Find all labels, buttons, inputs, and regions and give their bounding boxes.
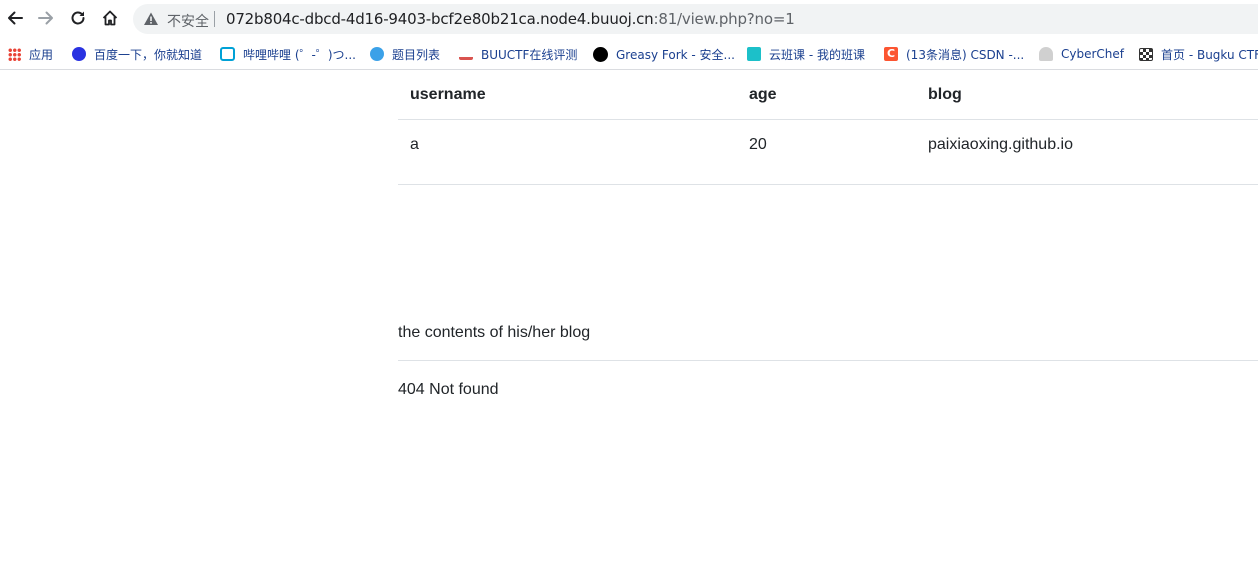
bookmarks-bar: 应用 百度一下，你就知道 哔哩哔哩 (゜-゜)つ... 题目列表 BUUCTF在… [0, 38, 1258, 70]
table-bottom-border [398, 184, 1258, 185]
cell-blog: paixiaoxing.github.io [928, 135, 1073, 153]
greasyfork-icon [593, 46, 608, 62]
bookmark-label: 百度一下，你就知道 [94, 47, 203, 62]
back-button[interactable] [3, 6, 27, 30]
header-blog: blog [916, 70, 1258, 120]
bookmark-bilibili[interactable]: 哔哩哔哩 (゜-゜)つ... [220, 44, 356, 64]
not-secure-label[interactable]: 不安全 [167, 11, 209, 31]
home-button[interactable] [98, 6, 122, 30]
bookmark-label: 题目列表 [392, 47, 441, 62]
list-icon [370, 47, 384, 61]
page-content: username age blog a 20 paixiaoxing.githu… [0, 70, 1258, 579]
home-icon [102, 10, 118, 26]
bookmark-cloud-class[interactable]: 云班课 - 我的班课 [747, 44, 865, 64]
bookmark-greasyfork[interactable]: Greasy Fork - 安全... [593, 44, 735, 64]
bookmark-label: 应用 [29, 47, 54, 62]
reload-icon [71, 11, 85, 25]
bilibili-icon [220, 47, 235, 61]
bookmark-bugku[interactable]: 首页 - Bugku CTF [1139, 44, 1258, 64]
bookmark-buuctf[interactable]: BUUCTF在线评测 [459, 44, 577, 64]
bookmark-label: Greasy Fork - 安全... [616, 47, 735, 62]
url-text[interactable]: 072b804c-dbcd-4d16-9403-bcf2e80b21ca.nod… [226, 10, 795, 28]
table-header-row: username age blog [398, 70, 1258, 120]
bookmark-label: 云班课 - 我的班课 [769, 47, 865, 62]
blog-contents-body: 404 Not found [398, 381, 499, 398]
bookmark-label: (13条消息) CSDN -... [906, 47, 1025, 62]
url-host: 072b804c-dbcd-4d16-9403-bcf2e80b21ca.nod… [226, 10, 654, 28]
bookmark-label: 哔哩哔哩 (゜-゜)つ... [243, 47, 356, 62]
forward-button[interactable] [34, 6, 58, 30]
table-row: a 20 paixiaoxing.github.io [398, 120, 1258, 170]
header-username: username [398, 70, 737, 120]
user-info-table: username age blog a 20 paixiaoxing.githu… [398, 70, 1258, 169]
bookmark-label: CyberChef [1061, 47, 1125, 61]
bookmark-cyberchef[interactable]: CyberChef [1039, 44, 1124, 64]
url-path: :81/view.php?no=1 [653, 10, 795, 28]
address-bar[interactable]: 不安全 072b804c-dbcd-4d16-9403-bcf2e80b21ca… [133, 4, 1258, 34]
reload-button[interactable] [66, 6, 90, 30]
back-arrow-icon [8, 11, 23, 25]
cloud-class-icon [747, 47, 761, 61]
bookmark-baidu[interactable]: 百度一下，你就知道 [72, 44, 202, 64]
forward-arrow-icon [38, 11, 53, 25]
warning-icon [144, 12, 158, 25]
omnibox-separator [214, 11, 215, 27]
flag-icon [1139, 47, 1153, 61]
bookmark-csdn[interactable]: C (13条消息) CSDN -... [884, 44, 1024, 64]
cell-age: 20 [749, 135, 767, 153]
cell-username: a [410, 135, 419, 153]
csdn-icon: C [884, 47, 898, 61]
chef-hat-icon [1039, 47, 1053, 61]
bookmark-label: 首页 - Bugku CTF [1161, 47, 1258, 62]
blog-divider [398, 360, 1258, 361]
bookmark-apps[interactable]: 应用 [8, 44, 53, 64]
blog-contents-heading: the contents of his/her blog [398, 324, 591, 341]
baidu-icon [72, 47, 86, 61]
apps-icon [8, 47, 21, 61]
buuctf-icon [459, 48, 473, 60]
browser-toolbar: 不安全 072b804c-dbcd-4d16-9403-bcf2e80b21ca… [0, 0, 1258, 38]
header-age: age [737, 70, 916, 120]
bookmark-problem-list[interactable]: 题目列表 [370, 44, 440, 64]
bookmark-label: BUUCTF在线评测 [481, 47, 578, 62]
